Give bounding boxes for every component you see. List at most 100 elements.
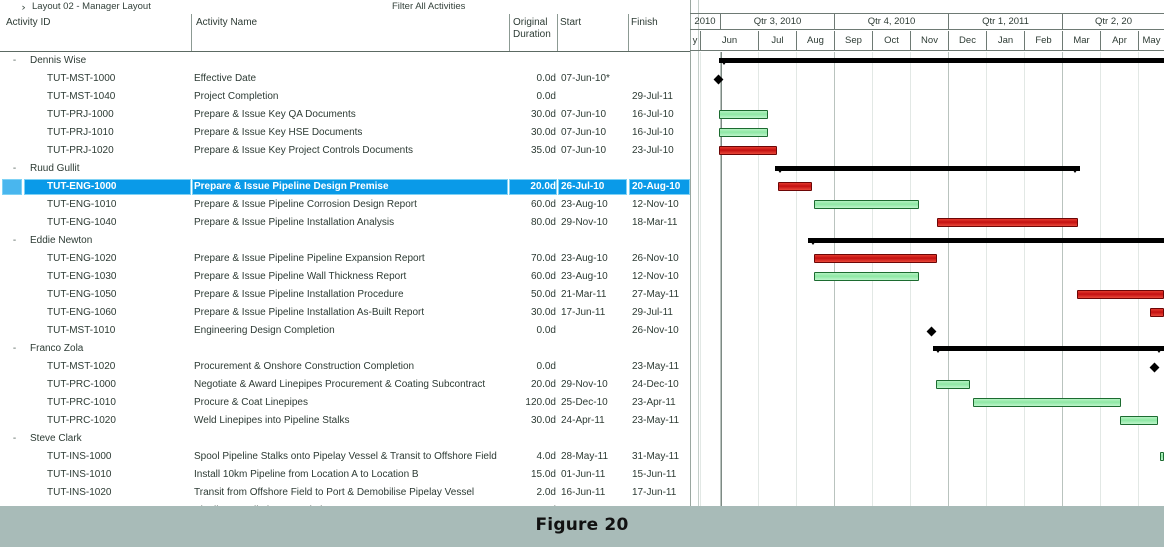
start-date: 28-May-11 [561,451,609,462]
activity-id: TUT-ENG-1020 [47,253,117,264]
gantt-milestone-marker[interactable] [926,326,937,337]
table-row[interactable]: TUT-PRC-1000 Negotiate & Award Linepipes … [0,376,690,394]
table-header: Activity ID Activity Name Original Durat… [0,14,690,52]
gantt-bar-normal[interactable] [1160,452,1164,461]
gantt-bar-critical[interactable] [1077,290,1164,299]
finish-date: 26-Nov-10 [632,253,679,264]
table-row[interactable]: TUT-ENG-1020 Prepare & Issue Pipeline Pip… [0,250,690,268]
gantt-milestone-marker[interactable] [713,74,724,85]
table-row[interactable]: TUT-MST-1010 Engineering Design Completio… [0,322,690,340]
group-name: Steve Clark [30,433,82,444]
activity-id: TUT-PRC-1000 [47,379,116,390]
column-divider-start[interactable] [557,14,558,52]
start-date: 21-Mar-11 [561,289,607,300]
collapse-toggle-icon[interactable]: - [10,163,19,174]
group-name: Ruud Gullit [30,163,80,174]
activity-id: TUT-PRJ-1020 [47,145,114,156]
collapse-toggle-icon[interactable]: - [10,235,19,246]
group-name: Dennis Wise [30,55,87,66]
finish-date: 16-Jul-10 [632,109,674,120]
finish-date: 23-Apr-11 [632,397,676,408]
table-row[interactable]: TUT-MST-1020 Procurement & Onshore Constr… [0,358,690,376]
gantt-summary-bar[interactable] [808,238,1164,243]
column-divider-name[interactable] [191,14,192,52]
gantt-summary-bar[interactable] [775,166,1080,171]
activity-name: Prepare & Issue Pipeline Wall Thickness … [194,271,407,282]
finish-date: 15-Jun-11 [632,469,677,480]
timescale-quarter: 2010 [694,16,716,27]
table-row[interactable]: TUT-ENG-1060 Prepare & Issue Pipeline Ins… [0,304,690,322]
column-divider-finish[interactable] [628,14,629,52]
activity-id: TUT-MST-1010 [47,325,116,336]
gantt-bar-normal[interactable] [973,398,1121,407]
table-row[interactable]: TUT-INS-1000 Spool Pipeline Stalks onto P… [0,448,690,466]
original-duration: 60.0d [530,271,556,282]
finish-date: 18-Mar-11 [632,217,678,228]
table-group-row[interactable]: - Franco Zola [0,340,690,358]
table-row[interactable]: TUT-PRJ-1020 Prepare & Issue Key Project … [0,142,690,160]
activity-id: TUT-PRC-1020 [47,415,116,426]
table-row[interactable]: TUT-ENG-1000 Prepare & Issue Pipeline Des… [0,178,690,196]
start-date: 07-Jun-10 [561,127,607,138]
filter-label[interactable]: Filter All Activities [392,1,465,12]
table-row[interactable]: TUT-PRJ-1010 Prepare & Issue Key HSE Docu… [0,124,690,142]
collapse-toggle-icon[interactable]: - [10,343,19,354]
activity-id: TUT-ENG-1000 [47,181,117,192]
table-row[interactable]: TUT-INS-1020 Transit from Offshore Field … [0,484,690,502]
table-group-row[interactable]: - Eddie Newton [0,232,690,250]
column-header-finish[interactable]: Finish [631,17,658,29]
column-divider-duration[interactable] [509,14,510,52]
activity-name: Transit from Offshore Field to Port & De… [194,487,475,498]
table-row[interactable]: TUT-PRC-1010 Procure & Coat Linepipes 120.… [0,394,690,412]
activity-name: Effective Date [194,73,257,84]
timescale-month: y [692,35,698,46]
activity-name: Prepare & Issue Key QA Documents [194,109,356,120]
gantt-bar-normal[interactable] [814,272,919,281]
gantt-bar-critical[interactable] [1150,308,1164,317]
gantt-bar-normal[interactable] [719,110,768,119]
collapse-toggle-icon[interactable]: - [10,55,19,66]
table-row[interactable]: TUT-ENG-1040 Prepare & Issue Pipeline Ins… [0,214,690,232]
figure-caption: Figure 20 [535,515,629,535]
gantt-bar-normal[interactable] [814,200,919,209]
collapse-toggle-icon[interactable]: - [10,433,19,444]
table-row[interactable]: TUT-PRJ-1000 Prepare & Issue Key QA Docum… [0,106,690,124]
activity-id: TUT-ENG-1040 [47,217,117,228]
column-header-original-duration-line1[interactable]: Original [513,17,547,29]
column-header-original-duration-line2[interactable]: Duration [513,29,551,41]
gantt-bar-normal[interactable] [936,380,970,389]
activity-name: Prepare & Issue Pipeline Pipeline Expans… [194,253,425,264]
gantt-bar-critical[interactable] [814,254,937,263]
gantt-bar-normal[interactable] [719,128,768,137]
column-header-start[interactable]: Start [560,17,581,29]
table-row[interactable]: TUT-ENG-1030 Prepare & Issue Pipeline Wal… [0,268,690,286]
table-group-row[interactable]: - Steve Clark [0,430,690,448]
original-duration: 80.0d [530,217,556,228]
column-header-activity-name[interactable]: Activity Name [196,17,257,29]
table-row[interactable]: TUT-INS-1010 Install 10km Pipeline from L… [0,466,690,484]
gantt-bar-critical[interactable] [937,218,1078,227]
original-duration: 30.0d [530,127,556,138]
activity-id: TUT-MST-1040 [47,91,116,102]
table-row[interactable]: TUT-MST-1040 Project Completion 0.0d 29-Jul… [0,88,690,106]
gantt-summary-cap-end [1154,346,1164,353]
start-date: 23-Aug-10 [561,253,608,264]
table-row[interactable]: TUT-ENG-1010 Prepare & Issue Pipeline Cor… [0,196,690,214]
gantt-summary-bar[interactable] [719,58,1164,63]
gantt-bar-normal[interactable] [1120,416,1158,425]
gantt-bar-critical[interactable] [719,146,777,155]
layout-chevron-icon[interactable]: › [21,2,25,12]
layout-label[interactable]: Layout 02 - Manager Layout [32,1,151,12]
table-group-row[interactable]: - Dennis Wise [0,52,690,70]
table-row[interactable]: TUT-PRC-1020 Weld Linepipes into Pipeline… [0,412,690,430]
original-duration: 20.0d [530,379,556,390]
table-group-row[interactable]: - Ruud Gullit [0,160,690,178]
activity-name: Prepare & Issue Pipeline Design Premise [194,181,389,192]
gantt-summary-bar[interactable] [933,346,1164,351]
table-row[interactable]: TUT-MST-1000 Effective Date 0.0d 07-Jun-10* [0,70,690,88]
column-header-activity-id[interactable]: Activity ID [6,17,50,29]
timescale-month: Nov [910,31,948,50]
gantt-bar-critical[interactable] [778,182,812,191]
table-row[interactable]: TUT-ENG-1050 Prepare & Issue Pipeline Ins… [0,286,690,304]
gantt-milestone-marker[interactable] [1149,362,1160,373]
